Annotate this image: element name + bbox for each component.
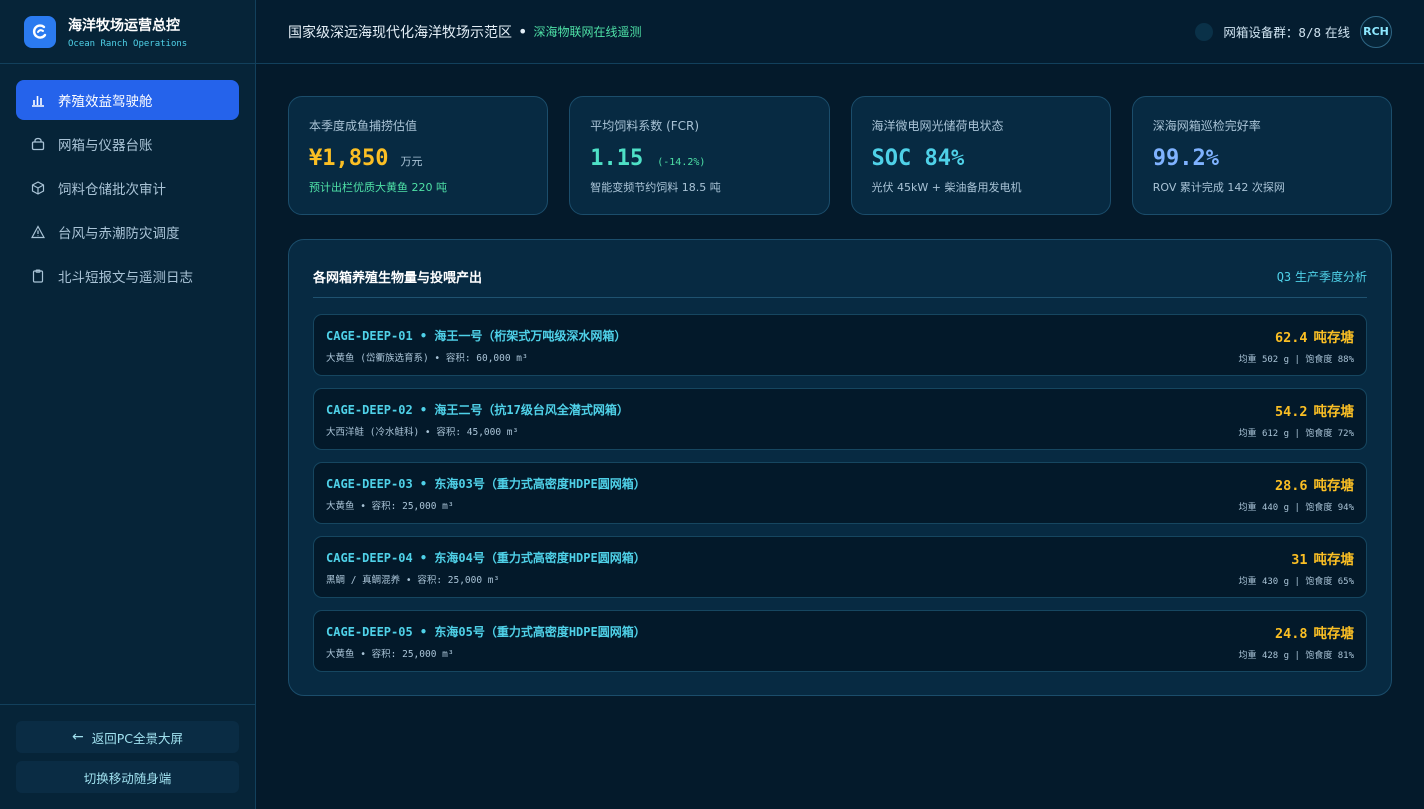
cage-meta: 黑鲷 / 真鲷混养 • 容积: 25,000 m³	[326, 574, 500, 586]
cage-name: CAGE-DEEP-03 • 东海03号（重力式高密度HDPE圆网箱）	[326, 476, 646, 491]
sidebar-item-ledger[interactable]: 网箱与仪器台账	[16, 124, 239, 164]
sidebar-item-telemetry-log[interactable]: 北斗短报文与遥测日志	[16, 256, 239, 296]
box-icon	[30, 180, 46, 196]
list-item[interactable]: CAGE-DEEP-04 • 东海04号（重力式高密度HDPE圆网箱） 黑鲷 /…	[313, 536, 1367, 598]
sidebar-footer: ← 返回PC全景大屏 切换移动随身端	[0, 704, 255, 809]
brand-title: 海洋牧场运营总控	[68, 17, 180, 34]
cage-stock-unit: 吨存塘	[1313, 625, 1355, 642]
kpi-delta: (-14.2%)	[657, 157, 706, 168]
cage-name: CAGE-DEEP-05 • 东海05号（重力式高密度HDPE圆网箱）	[326, 624, 646, 639]
list-item[interactable]: CAGE-DEEP-02 • 海王二号（抗17级台风全潜式网箱） 大西洋鲑 (冷…	[313, 388, 1367, 450]
device-online: 在线	[1324, 25, 1350, 40]
cage-meta: 大黄鱼 • 容积: 25,000 m³	[326, 648, 454, 660]
sidebar-item-label: 北斗短报文与遥测日志	[58, 270, 193, 286]
wave-logo-icon	[24, 15, 56, 48]
clipboard-icon	[30, 268, 46, 284]
sidebar-item-disaster[interactable]: 台风与赤潮防灾调度	[16, 212, 239, 252]
kpi-card-fcr: 平均饲料系数 (FCR) 1.15 (-14.2%) 智能变频节约饲料 18.5…	[569, 96, 830, 215]
cage-weight-satiety: 均重 430 g | 饱食度 65%	[1238, 576, 1354, 587]
device-label: 网箱设备群：	[1223, 25, 1299, 40]
cage-list: CAGE-DEEP-01 • 海王一号（桁架式万吨级深水网箱） 大黄鱼 (岱衢族…	[313, 314, 1367, 672]
sidebar-item-label: 网箱与仪器台账	[58, 138, 153, 154]
panel-title: 各网箱养殖生物量与投喂产出	[313, 271, 483, 286]
list-item[interactable]: CAGE-DEEP-03 • 东海03号（重力式高密度HDPE圆网箱） 大黄鱼 …	[313, 462, 1367, 524]
kpi-note: 智能变频节约饲料 18.5 吨	[590, 181, 721, 194]
kpi-label: 本季度成鱼捕捞估值	[309, 119, 418, 133]
cage-name: CAGE-DEEP-02 • 海王二号（抗17级台风全潜式网箱）	[326, 402, 629, 417]
cage-name: CAGE-DEEP-01 • 海王一号（桁架式万吨级深水网箱）	[326, 328, 627, 343]
brand-subtitle: Ocean Ranch Operations	[68, 38, 188, 49]
cage-biomass-panel: 各网箱养殖生物量与投喂产出 Q3 生产季度分析 CAGE-DEEP-01 • 海…	[288, 239, 1392, 696]
kpi-value: ¥1,850	[309, 146, 389, 171]
list-item[interactable]: CAGE-DEEP-05 • 东海05号（重力式高密度HDPE圆网箱） 大黄鱼 …	[313, 610, 1367, 672]
cage-stock-unit: 吨存塘	[1313, 551, 1355, 568]
sidebar-item-label: 养殖效益驾驶舱	[58, 94, 153, 110]
cage-weight-satiety: 均重 502 g | 饱食度 88%	[1238, 354, 1354, 365]
back-to-pc-button[interactable]: ← 返回PC全景大屏	[16, 721, 239, 753]
season-tag[interactable]: Q3 生产季度分析	[1277, 268, 1367, 285]
cage-stock-unit: 吨存塘	[1313, 477, 1355, 494]
cage-stock-value: 28.6	[1274, 477, 1308, 494]
page-subtitle: 深海物联网在线遥测	[533, 25, 642, 39]
cage-meta: 大黄鱼 (岱衢族选育系) • 容积: 60,000 m³	[326, 352, 528, 364]
kpi-card-harvest-value: 本季度成鱼捕捞估值 ¥1,850 万元 预计出栏优质大黄鱼 220 吨	[288, 96, 549, 215]
cage-weight-satiety: 均重 440 g | 饱食度 94%	[1238, 502, 1354, 513]
kpi-unit: 万元	[400, 155, 423, 168]
kpi-card-microgrid-soc: 海洋微电网光储荷电状态 SOC 84% 光伏 45kW + 柴油备用发电机	[850, 96, 1111, 215]
panel-header: 各网箱养殖生物量与投喂产出 Q3 生产季度分析	[313, 264, 1367, 298]
top-bar: 国家级深远海现代化海洋牧场示范区 • 深海物联网在线遥测 网箱设备群：8/8 在…	[256, 0, 1424, 64]
avatar[interactable]: RCH	[1360, 15, 1392, 48]
status-dot-icon	[1195, 22, 1214, 41]
cage-stock-value: 54.2	[1274, 403, 1308, 420]
kpi-value: SOC 84%	[871, 146, 965, 171]
sidebar: 海洋牧场运营总控 Ocean Ranch Operations 养殖效益驾驶舱 …	[0, 0, 256, 809]
kpi-value: 99.2%	[1152, 146, 1219, 171]
kpi-card-inspection-rate: 深海网箱巡检完好率 99.2% ROV 累计完成 142 次探网	[1131, 96, 1392, 215]
kpi-note: 预计出栏优质大黄鱼 220 吨	[309, 181, 447, 194]
device-count: 8/8	[1298, 25, 1321, 40]
bar-chart-icon	[30, 92, 46, 108]
brand: 海洋牧场运营总控 Ocean Ranch Operations	[0, 0, 255, 64]
kpi-value: 1.15	[590, 146, 644, 171]
warning-icon	[30, 224, 46, 240]
list-item[interactable]: CAGE-DEEP-01 • 海王一号（桁架式万吨级深水网箱） 大黄鱼 (岱衢族…	[313, 314, 1367, 376]
sidebar-item-label: 饲料仓储批次审计	[58, 182, 166, 198]
cage-meta: 大西洋鲑 (冷水鲑科) • 容积: 45,000 m³	[326, 426, 519, 438]
sidebar-item-label: 台风与赤潮防灾调度	[58, 226, 180, 242]
device-status-text: 网箱设备群：8/8 在线	[1223, 22, 1350, 41]
kpi-label: 海洋微电网光储荷电状态	[871, 119, 1004, 133]
cage-stock-unit: 吨存塘	[1313, 329, 1355, 346]
cage-weight-satiety: 均重 612 g | 饱食度 72%	[1238, 428, 1354, 439]
switch-mobile-label: 切换移动随身端	[83, 770, 172, 786]
cage-name: CAGE-DEEP-04 • 东海04号（重力式高密度HDPE圆网箱）	[326, 550, 646, 565]
arrow-left-icon: ←	[71, 729, 84, 745]
archive-icon	[30, 136, 46, 152]
cage-weight-satiety: 均重 428 g | 饱食度 81%	[1238, 650, 1354, 661]
cage-stock-value: 31	[1291, 551, 1308, 568]
season-quarter: Q3	[1276, 270, 1292, 284]
back-to-pc-label: 返回PC全景大屏	[91, 730, 183, 746]
cage-stock-value: 62.4	[1274, 329, 1308, 346]
switch-mobile-button[interactable]: 切换移动随身端	[16, 761, 239, 793]
cage-stock-value: 24.8	[1274, 625, 1308, 642]
kpi-row: 本季度成鱼捕捞估值 ¥1,850 万元 预计出栏优质大黄鱼 220 吨 平均饲料…	[288, 96, 1392, 215]
sidebar-item-feed-audit[interactable]: 饲料仓储批次审计	[16, 168, 239, 208]
title-separator: •	[518, 22, 528, 41]
sidebar-nav: 养殖效益驾驶舱 网箱与仪器台账 饲料仓储批次审计 台风与赤潮防灾调度 北斗短报文…	[0, 64, 255, 316]
sidebar-item-dashboard[interactable]: 养殖效益驾驶舱	[16, 80, 239, 120]
device-status: 网箱设备群：8/8 在线 RCH	[1195, 15, 1392, 48]
kpi-label: 平均饲料系数 (FCR)	[590, 119, 700, 133]
cage-stock-unit: 吨存塘	[1313, 403, 1355, 420]
kpi-note: 光伏 45kW + 柴油备用发电机	[871, 181, 1022, 194]
season-label: 生产季度分析	[1294, 270, 1367, 284]
kpi-label: 深海网箱巡检完好率	[1152, 119, 1261, 133]
kpi-note: ROV 累计完成 142 次探网	[1152, 181, 1285, 194]
page-title: 国家级深远海现代化海洋牧场示范区	[288, 24, 512, 41]
cage-meta: 大黄鱼 • 容积: 25,000 m³	[326, 500, 454, 512]
